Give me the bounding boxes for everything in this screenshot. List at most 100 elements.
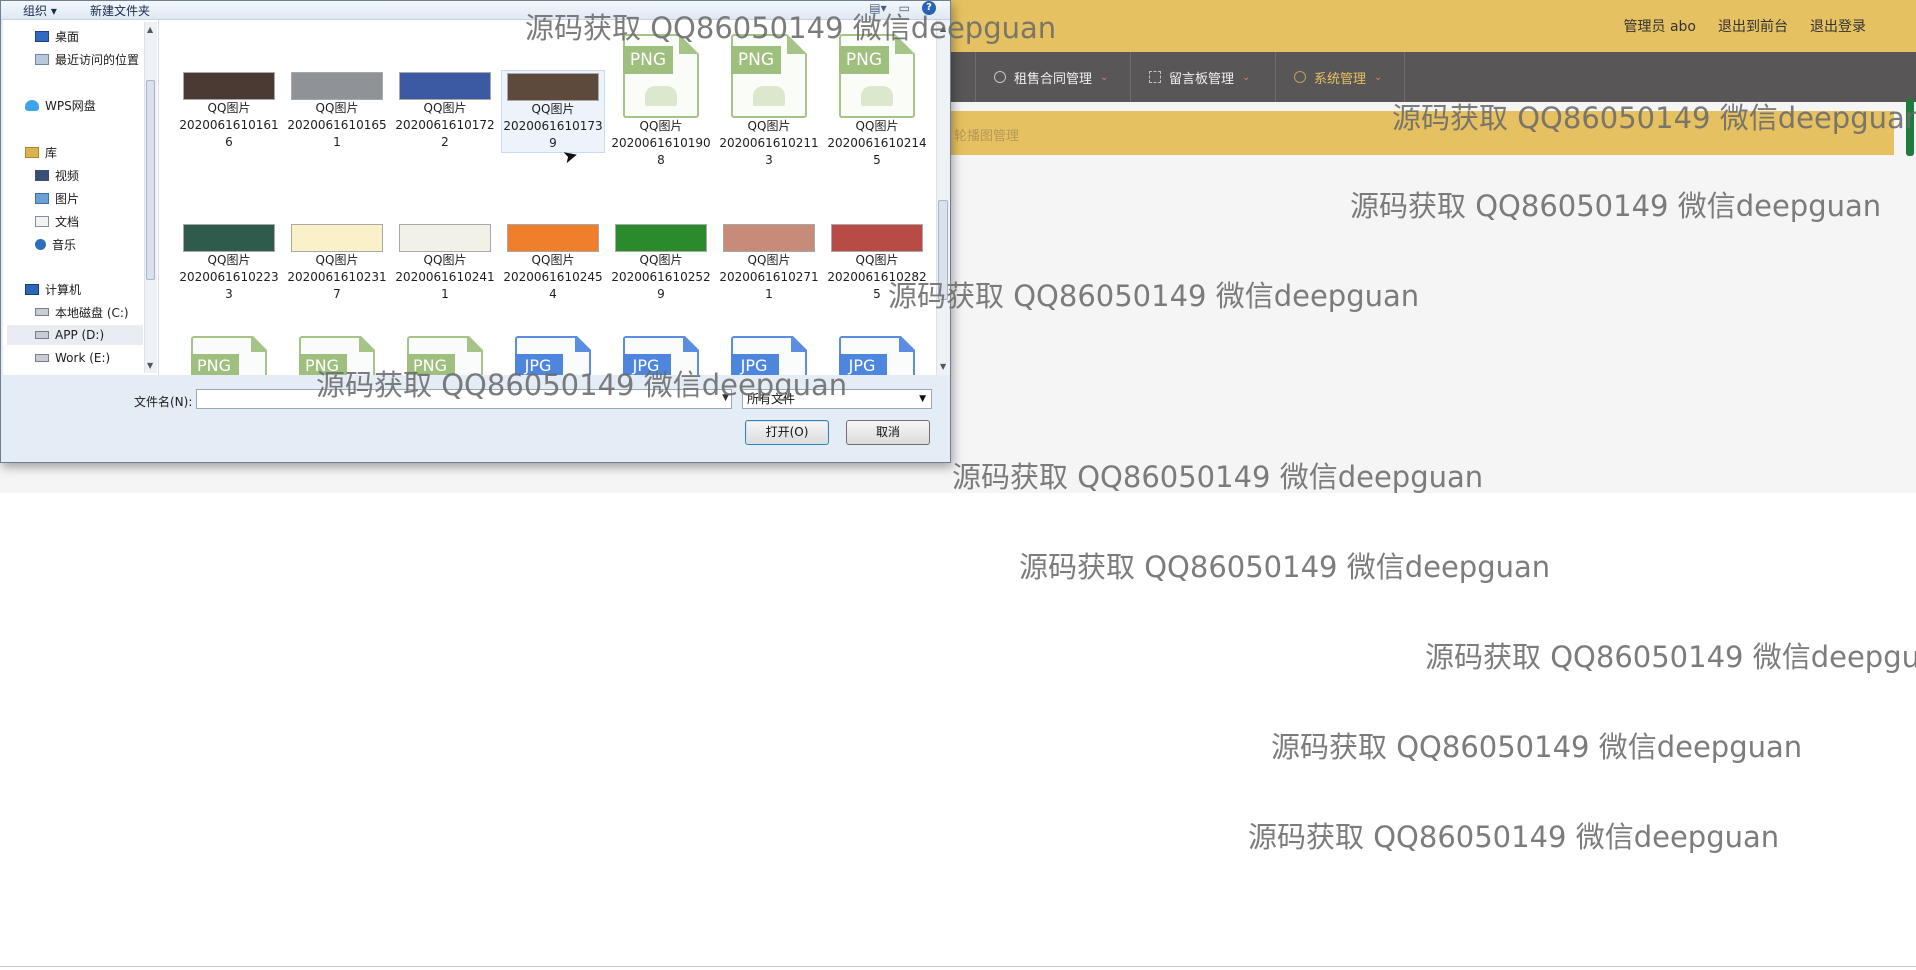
file-name-label: QQ图片 — [423, 253, 467, 267]
image-thumbnail — [615, 224, 707, 252]
tree-label: 图片 — [55, 191, 80, 206]
jpg-file-icon[interactable]: JPG — [839, 336, 915, 375]
divider — [0, 966, 1916, 967]
file-item[interactable]: PNG QQ图片 20200616102113 — [717, 32, 821, 169]
file-item[interactable]: QQ图片 20200616102411 — [393, 222, 497, 303]
file-item[interactable]: QQ图片 20200616102317 — [285, 222, 389, 303]
chevron-down-icon: ▼ — [919, 394, 926, 404]
cancel-button[interactable]: 取消 — [846, 420, 930, 445]
new-folder-button[interactable]: 新建文件夹 — [90, 2, 150, 19]
file-item[interactable]: QQ图片 20200616101739 — [501, 70, 605, 153]
nav-label: 留言板管理 — [1169, 71, 1235, 87]
drive-icon — [35, 354, 49, 362]
chevron-down-icon: ⌄ — [1242, 71, 1251, 83]
jpg-file-icon[interactable]: JPG — [623, 336, 699, 375]
file-name-label: QQ图片 — [207, 253, 251, 267]
tree-label: 库 — [45, 145, 58, 160]
video-library-icon — [35, 169, 49, 181]
logout-link[interactable]: 退出登录 — [1810, 16, 1866, 36]
png-file-icon[interactable]: PNG — [191, 336, 267, 375]
png-file-icon[interactable]: PNG — [407, 336, 483, 375]
file-item[interactable]: PNG QQ图片 20200616101908 — [609, 32, 713, 169]
tree-item-video[interactable]: 视频 — [35, 165, 79, 185]
tree-label: Work (E:) — [55, 351, 111, 365]
board-icon — [1149, 71, 1161, 83]
nav-message-board[interactable]: 留言板管理 ⌄ — [1130, 52, 1275, 102]
file-item[interactable]: QQ图片 20200616101651 — [285, 70, 389, 151]
drive-icon — [35, 331, 49, 339]
tree-item-library[interactable]: 库 — [25, 142, 57, 162]
preview-pane-icon[interactable]: ▭ — [899, 1, 910, 15]
tree-item-drive-d[interactable]: APP (D:) — [7, 325, 143, 345]
file-name-label: QQ图片 — [747, 253, 791, 267]
file-id-label: 20200616101616 — [179, 118, 279, 149]
navigation-pane: 桌面 最近访问的位置 WPS网盘 库 视频 图片 文档 音乐 计算机 本地磁盘 … — [3, 20, 159, 375]
scroll-up-arrow-icon[interactable]: ▲ — [940, 24, 946, 33]
filename-input[interactable]: ▼ — [196, 389, 732, 409]
file-item[interactable]: QQ图片 20200616102454 — [501, 222, 605, 303]
tree-label: 视频 — [55, 168, 80, 183]
png-file-icon: PNG — [839, 34, 915, 118]
tree-item-computer[interactable]: 计算机 — [25, 279, 81, 299]
back-to-frontend-link[interactable]: 退出到前台 — [1718, 16, 1788, 36]
png-file-icon: PNG — [731, 34, 807, 118]
recent-places-icon — [35, 53, 49, 65]
tree-item-documents[interactable]: 文档 — [35, 211, 79, 231]
file-name-label: QQ图片 — [531, 253, 575, 267]
file-item[interactable]: QQ图片 20200616102825 — [825, 222, 929, 303]
nav-pane-scrollbar[interactable]: ▲ ▼ — [144, 22, 157, 373]
nav-system-management[interactable]: 系统管理 ⌄ — [1275, 52, 1405, 102]
jpg-file-icon[interactable]: JPG — [515, 336, 591, 375]
tree-item-desktop[interactable]: 桌面 — [35, 26, 79, 46]
nav-label: 系统管理 — [1314, 71, 1367, 87]
page-scrollbar[interactable] — [1906, 98, 1914, 156]
library-icon — [25, 146, 39, 158]
file-name-label: QQ图片 — [315, 253, 359, 267]
toolbar-icons: ▤▾ ▭ ? — [869, 1, 936, 15]
png-file-icon[interactable]: PNG — [299, 336, 375, 375]
file-type-label: JPG — [731, 354, 779, 375]
tree-label: 文档 — [55, 214, 80, 229]
file-item[interactable]: PNG QQ图片 20200616102145 — [825, 32, 929, 169]
file-pane-scrollbar[interactable]: ▲ ▼ — [936, 20, 950, 375]
file-id-label: 20200616102411 — [395, 270, 495, 301]
tree-item-pictures[interactable]: 图片 — [35, 188, 79, 208]
filetype-select[interactable]: 所有文件 ▼ — [742, 389, 932, 409]
nav-scroll-thumb[interactable] — [146, 80, 155, 280]
image-thumbnail — [831, 224, 923, 252]
help-icon[interactable]: ? — [922, 1, 936, 15]
nav-rental-contract[interactable]: 租售合同管理 ⌄ — [975, 52, 1130, 102]
file-item[interactable]: QQ图片 20200616102711 — [717, 222, 821, 303]
scroll-down-arrow-icon[interactable]: ▼ — [147, 361, 153, 370]
file-id-label: 20200616102317 — [287, 270, 387, 301]
tree-label: WPS网盘 — [45, 98, 96, 113]
image-thumbnail — [183, 224, 275, 252]
tree-item-drive-e[interactable]: Work (E:) — [35, 348, 110, 368]
view-icon[interactable]: ▤▾ — [869, 1, 886, 15]
jpg-file-icon[interactable]: JPG — [731, 336, 807, 375]
tree-item-wps[interactable]: WPS网盘 — [25, 95, 96, 115]
file-item[interactable]: QQ图片 20200616101722 — [393, 70, 497, 151]
breadcrumb-label: 轮播图管理 — [954, 129, 1020, 144]
drive-icon — [35, 308, 49, 316]
clock-icon — [994, 71, 1006, 83]
nav-label: 租售合同管理 — [1014, 71, 1093, 87]
file-id-label: 20200616101739 — [503, 119, 603, 150]
scroll-up-arrow-icon[interactable]: ▲ — [147, 25, 153, 34]
file-item[interactable]: QQ图片 20200616102529 — [609, 222, 713, 303]
tree-item-drive-c[interactable]: 本地磁盘 (C:) — [35, 302, 129, 322]
dialog-toolbar: 组织 ▾ 新建文件夹 ▤▾ ▭ ? — [1, 1, 950, 20]
file-scroll-thumb[interactable] — [938, 200, 948, 300]
open-button[interactable]: 打开(O) — [745, 420, 829, 445]
file-item[interactable]: QQ图片 20200616101616 — [177, 70, 281, 151]
scroll-down-arrow-icon[interactable]: ▼ — [940, 362, 946, 371]
file-name-label: QQ图片 — [423, 101, 467, 115]
chevron-down-icon[interactable]: ▼ — [722, 393, 729, 403]
file-item[interactable]: QQ图片 20200616102233 — [177, 222, 281, 303]
tree-item-music[interactable]: 音乐 — [35, 234, 76, 254]
organize-button[interactable]: 组织 ▾ — [23, 2, 57, 19]
file-id-label: 20200616102711 — [719, 270, 819, 301]
file-name-label: QQ图片 — [855, 119, 899, 133]
cloud-drive-icon — [25, 99, 39, 111]
tree-item-recent[interactable]: 最近访问的位置 — [35, 49, 139, 69]
